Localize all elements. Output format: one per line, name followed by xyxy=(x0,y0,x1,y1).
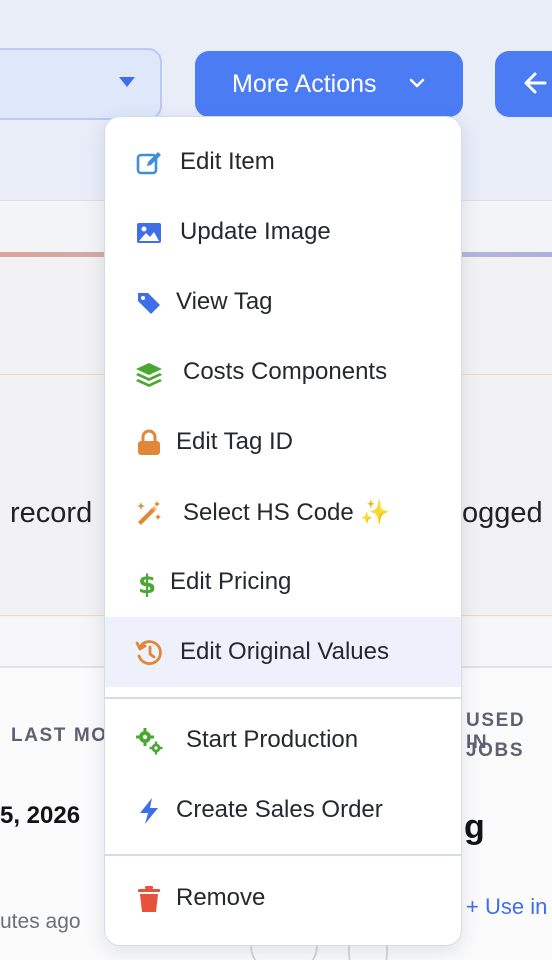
use-in-button[interactable]: + Use in xyxy=(458,888,552,928)
magic-wand-icon xyxy=(137,501,161,525)
menu-item-costs-components[interactable]: Costs Components xyxy=(105,337,461,407)
date-value: 5, 2026 xyxy=(0,802,81,829)
time-ago-text: utes ago xyxy=(0,910,81,933)
menu-item-update-image[interactable]: Update Image xyxy=(105,197,461,267)
menu-item-label: Create Sales Order xyxy=(176,796,383,823)
menu-item-label: Start Production xyxy=(186,726,359,753)
more-actions-button[interactable]: More Actions xyxy=(195,51,463,117)
menu-item-label: Edit Original Values xyxy=(180,638,389,665)
background-text: ogged xyxy=(462,497,543,529)
svg-text:$: $ xyxy=(138,570,156,597)
arrow-left-icon xyxy=(524,72,547,94)
menu-item-label: Update Image xyxy=(180,218,331,245)
chevron-down-icon xyxy=(409,78,425,88)
menu-item-label: Costs Components xyxy=(183,358,388,385)
menu-divider xyxy=(105,697,461,699)
menu-item-label: Edit Tag ID xyxy=(176,428,293,455)
caret-down-icon[interactable] xyxy=(119,77,135,87)
menu-item-edit-item[interactable]: Edit Item xyxy=(105,127,461,197)
menu-item-create-sales-order[interactable]: Create Sales Order xyxy=(105,775,461,845)
background-text: record xyxy=(10,497,93,529)
tag-icon xyxy=(138,293,160,314)
last-modified-label: LAST MO xyxy=(11,725,108,746)
layers-icon xyxy=(136,363,162,387)
gears-icon xyxy=(136,728,163,755)
dollar-icon: $ xyxy=(138,570,156,597)
used-in-value: g xyxy=(464,808,485,846)
bolt-icon xyxy=(140,798,158,824)
menu-divider xyxy=(105,854,461,856)
image-icon xyxy=(137,223,161,243)
menu-item-label: Remove xyxy=(176,884,266,911)
more-actions-label: More Actions xyxy=(232,69,377,98)
edit-icon xyxy=(136,152,161,175)
menu-item-edit-original-values[interactable]: Edit Original Values xyxy=(105,617,461,687)
trash-icon xyxy=(138,886,160,912)
menu-item-view-tag[interactable]: View Tag xyxy=(105,267,461,337)
jobs-label: JOBS xyxy=(466,740,525,761)
menu-item-edit-pricing[interactable]: $ Edit Pricing xyxy=(105,547,461,617)
more-actions-menu: Edit Item Update Image View Tag Costs Co… xyxy=(104,116,462,946)
menu-item-start-production[interactable]: Start Production xyxy=(105,705,461,775)
history-icon xyxy=(135,640,162,665)
filter-select[interactable] xyxy=(0,48,162,120)
menu-item-label: Edit Item xyxy=(180,148,275,175)
back-button[interactable] xyxy=(495,51,552,117)
lock-icon xyxy=(138,429,160,455)
menu-item-label: Edit Pricing xyxy=(170,568,292,595)
menu-item-remove[interactable]: Remove xyxy=(105,863,461,933)
menu-item-select-hs-code[interactable]: Select HS Code ✨ xyxy=(105,477,461,547)
menu-item-label: View Tag xyxy=(176,288,273,315)
menu-item-label: Select HS Code ✨ xyxy=(183,498,391,526)
menu-item-edit-tag-id[interactable]: Edit Tag ID xyxy=(105,407,461,477)
